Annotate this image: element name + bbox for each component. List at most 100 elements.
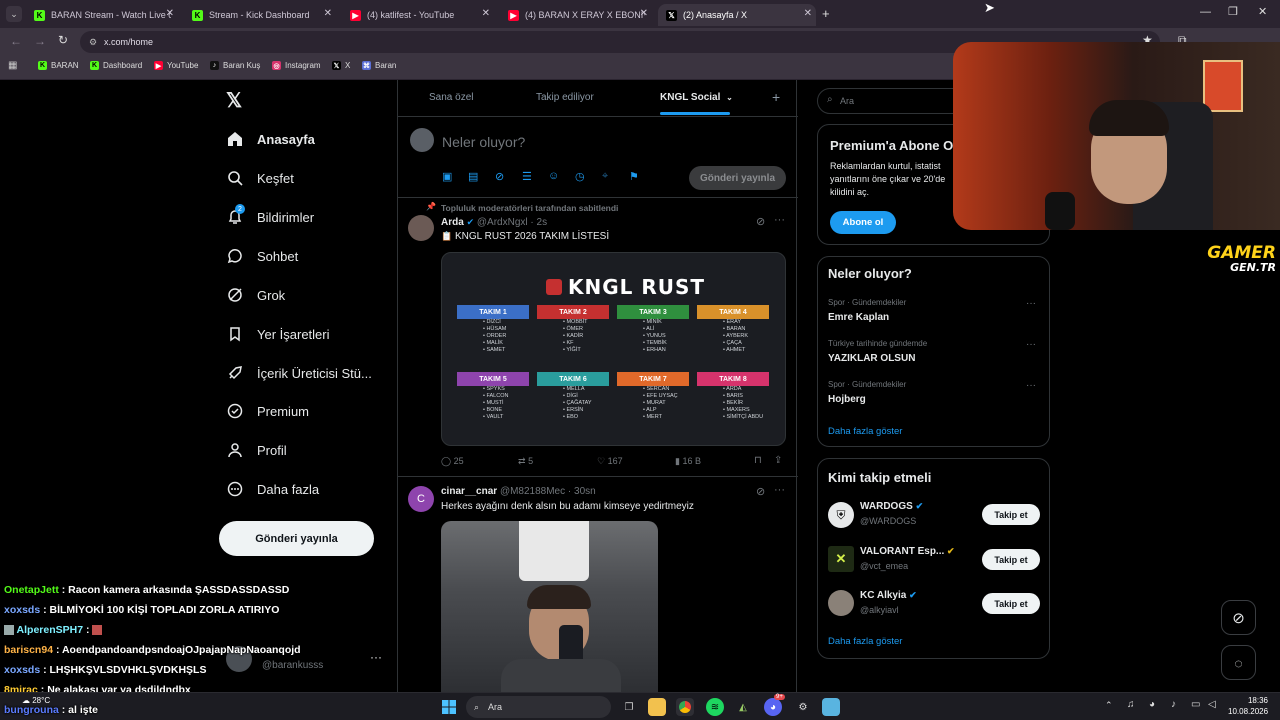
forward-icon[interactable]: → (34, 34, 46, 48)
composer-input[interactable]: Neler oluyor? (442, 134, 525, 150)
chrome-icon[interactable] (676, 698, 694, 716)
views-button[interactable]: ▮ 16 B (675, 456, 701, 467)
gif-icon[interactable]: ▤ (468, 170, 478, 183)
bookmark-tweet-icon[interactable]: ⊓ (754, 455, 762, 466)
bookmark-x[interactable]: 𝕏X (332, 61, 350, 70)
poll-icon[interactable]: ☰ (522, 170, 532, 183)
tweet-avatar[interactable] (408, 215, 434, 241)
tab-list-button[interactable]: ⌄ (6, 6, 22, 22)
apps-icon[interactable]: ▦ (8, 60, 17, 71)
site-info-icon[interactable]: ⚙ (89, 31, 97, 53)
close-icon[interactable]: ✕ (482, 8, 490, 19)
file-explorer-icon[interactable] (648, 698, 666, 716)
nav-notifications[interactable]: 2 Bildirimler (226, 203, 314, 231)
clock[interactable]: 18:36 10.08.2026 (1228, 695, 1268, 717)
tray-volume-icon[interactable]: ◁ (1208, 699, 1216, 710)
suggestion-name[interactable]: KC Alkyia ✔ (860, 590, 917, 601)
messages-float-button[interactable]: ◌ (1221, 645, 1256, 680)
bookmark-baran[interactable]: K BARAN (38, 61, 79, 70)
nav-messages[interactable]: Sohbet (226, 242, 298, 270)
tab-kngl-social[interactable]: KNGL Social ⌄ (660, 92, 733, 103)
reload-icon[interactable]: ↻ (58, 33, 68, 47)
bookmark-baran-2[interactable]: ⌘ Baran (362, 61, 396, 70)
grok-explain-icon[interactable]: ⊘ (756, 215, 765, 228)
nav-grok[interactable]: Grok (226, 281, 285, 309)
start-icon[interactable] (440, 698, 458, 716)
schedule-icon[interactable]: ◷ (575, 170, 585, 183)
emoji-icon[interactable]: ☺ (548, 170, 559, 182)
tray-network-icon[interactable]: ▭ (1191, 699, 1200, 710)
suggestion-avatar-alkyia[interactable] (828, 590, 854, 616)
close-icon[interactable]: ✕ (804, 8, 812, 19)
tweet-handle[interactable]: @ArdxNgxl (477, 217, 528, 228)
close-icon[interactable]: ✕ (166, 8, 174, 19)
tweet2-more-icon[interactable]: ··· (774, 484, 785, 496)
grok-float-button[interactable]: ⊘ (1221, 600, 1256, 635)
task-view-icon[interactable]: ❐ (620, 698, 638, 716)
reply-button[interactable]: ◯ 25 (441, 456, 464, 467)
tray-mic-icon[interactable]: ♪ (1171, 699, 1176, 710)
nav-premium[interactable]: Premium (226, 397, 309, 425)
subscribe-button[interactable]: Abone ol (830, 211, 896, 234)
tray-discord-icon[interactable]: ◕ (1149, 699, 1155, 710)
tab-x-home[interactable]: 𝕏 (2) Anasayfa / X ✕ (658, 4, 816, 26)
tray-chevron-icon[interactable]: ⌃ (1105, 700, 1113, 711)
tweet-more-icon[interactable]: ··· (774, 214, 785, 226)
tab-for-you[interactable]: Sana özel (429, 92, 473, 103)
nav-explore[interactable]: Keşfet (226, 164, 294, 192)
bookmark-instagram[interactable]: ◎ Instagram (272, 61, 321, 70)
trend-item[interactable]: Spor · Gündemdekiler Emre Kaplan ··· (828, 298, 1040, 332)
tray-audio-icon[interactable]: ♫ (1127, 699, 1135, 710)
tweet-image[interactable]: KNGL RUST TAKIM 1 • DİZCİ • HÜSAM • ORDER • … (441, 252, 786, 446)
x-logo-icon[interactable]: 𝕏 (226, 88, 242, 113)
account-more-icon[interactable]: ··· (370, 650, 382, 664)
trend-item[interactable]: Türkiye tarihinde gündemde YAZIKLAR OLSU… (828, 339, 1040, 373)
close-icon[interactable]: ✕ (640, 8, 648, 19)
notepad-icon[interactable] (822, 698, 840, 716)
tweet-time[interactable]: · 2s (530, 217, 547, 228)
add-tab-icon[interactable]: + (772, 89, 780, 105)
tab-youtube-baran[interactable]: ▶ (4) BARAN X ERAY X EBONİVON ✕ (500, 4, 652, 26)
nav-profile[interactable]: Profil (226, 436, 287, 464)
maximize-button[interactable]: ❐ (1228, 5, 1238, 18)
trend-item[interactable]: Spor · Gündemdekiler Hojberg ··· (828, 380, 1040, 414)
bookmark-youtube[interactable]: ▶ YouTube (154, 61, 198, 70)
tweet2-avatar[interactable]: C (408, 486, 434, 512)
nav-bookmarks[interactable]: Yer İşaretleri (226, 320, 330, 348)
repost-button[interactable]: ⇄ 5 (518, 456, 533, 467)
grok-compose-icon[interactable]: ⊘ (495, 170, 504, 183)
location-icon[interactable]: ⌖ (602, 170, 608, 183)
composer-post-button[interactable]: Gönderi yayınla (689, 166, 786, 190)
steam-icon[interactable]: ⚙ (794, 698, 812, 716)
follow-button[interactable]: Takip et (982, 504, 1040, 525)
share-icon[interactable]: ⇪ (774, 455, 782, 466)
nav-home[interactable]: Anasayfa (226, 125, 315, 153)
trend-more-icon[interactable]: ··· (1026, 339, 1036, 350)
suggestion-name[interactable]: WARDOGS ✔ (860, 501, 923, 512)
tweet-author[interactable]: Arda (441, 217, 464, 228)
bookmark-baran-kus[interactable]: ♪ Baran Kuş (210, 61, 260, 70)
composer-avatar[interactable] (410, 128, 434, 152)
tab-youtube-katlifest[interactable]: ▶ (4) katlifest - YouTube ✕ (342, 4, 494, 26)
minimize-button[interactable]: — (1200, 6, 1211, 18)
suggestion-avatar-valorant[interactable]: ✕ (828, 546, 854, 572)
tweet2-author[interactable]: cinar__cnar (441, 486, 497, 497)
trend-more-icon[interactable]: ··· (1026, 298, 1036, 309)
follow-button[interactable]: Takip et (982, 549, 1040, 570)
close-icon[interactable]: ✕ (324, 8, 332, 19)
spotify-icon[interactable]: ≋ (706, 698, 724, 716)
media-icon[interactable]: ▣ (442, 170, 452, 183)
nav-creator-studio[interactable]: İçerik Üreticisi Stü... (226, 359, 372, 387)
tab-kick-stream[interactable]: K BARAN Stream - Watch Live on ✕ (26, 4, 178, 26)
suggestion-name[interactable]: VALORANT Esp... ✔ (860, 546, 955, 557)
tweet2-handle[interactable]: @M82188Mec (500, 486, 565, 497)
tweet2-time[interactable]: · 30sn (568, 486, 596, 497)
tab-following[interactable]: Takip ediliyor (536, 92, 594, 103)
window-close-button[interactable]: ✕ (1258, 5, 1267, 18)
discord-icon[interactable]: ◕ 9+ (764, 694, 785, 716)
suggestion-avatar-wardogs[interactable]: ⛨ (828, 502, 854, 528)
back-icon[interactable]: ← (10, 34, 22, 48)
like-button[interactable]: ♡ 167 (597, 456, 623, 467)
taskbar-search[interactable]: ⌕ Ara (466, 696, 611, 718)
trend-more-icon[interactable]: ··· (1026, 380, 1036, 391)
